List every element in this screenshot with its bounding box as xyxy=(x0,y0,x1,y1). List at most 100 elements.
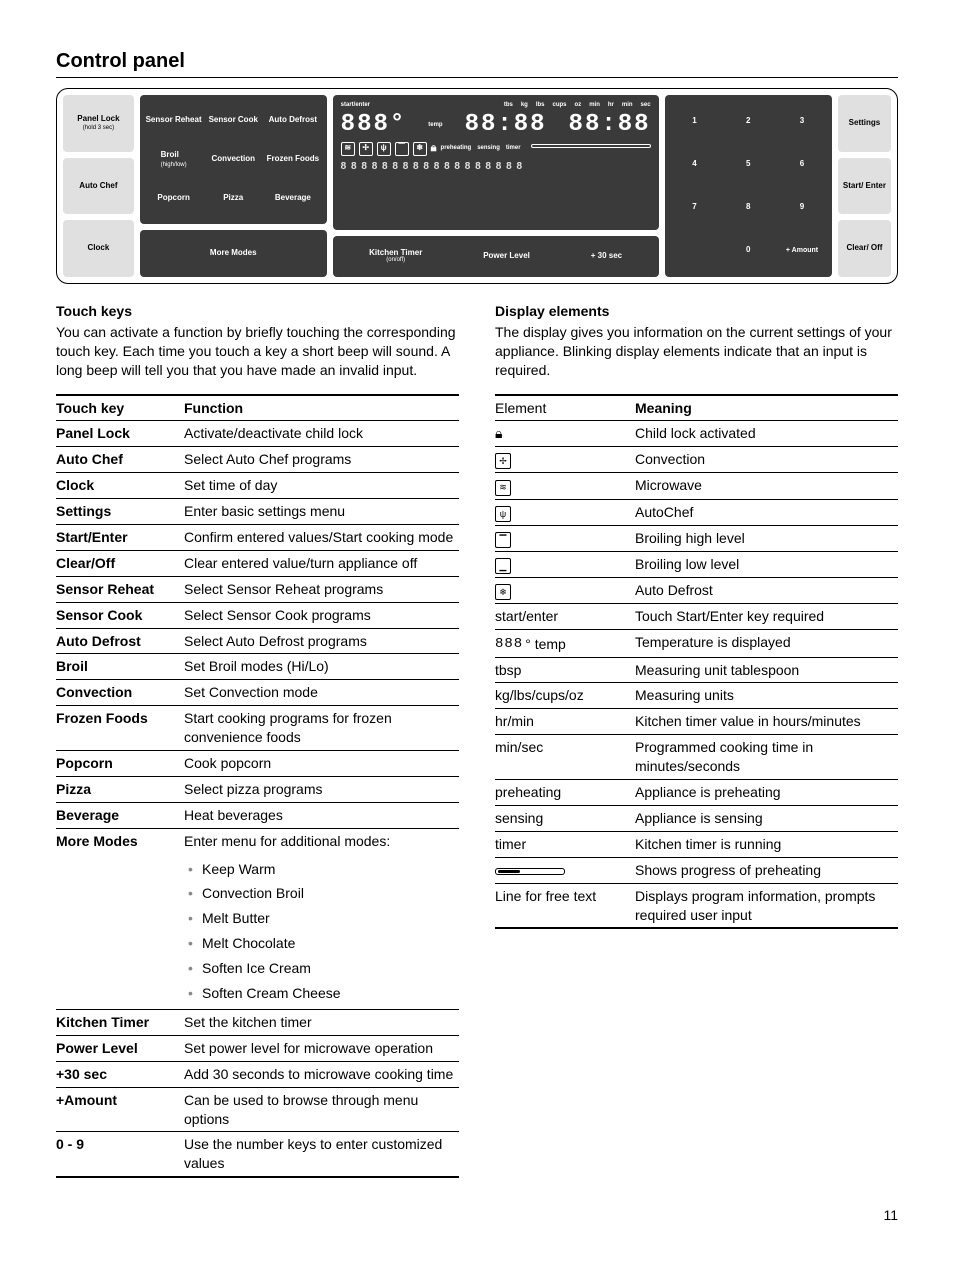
table-row: ConvectionSet Convection mode xyxy=(56,680,459,706)
key-2[interactable]: 2 xyxy=(746,116,750,127)
clock-key[interactable]: Clock xyxy=(63,220,134,277)
table-row: PizzaSelect pizza programs xyxy=(56,776,459,802)
clear-off-key[interactable]: Clear/ Off xyxy=(838,220,891,277)
table-row: +AmountCan be used to browse through men… xyxy=(56,1087,459,1132)
progress-bar-icon xyxy=(531,144,651,148)
table-row: Auto DefrostSelect Auto Defrost programs xyxy=(56,628,459,654)
function-grid: Sensor Reheat Sensor Cook Auto Defrost B… xyxy=(140,95,327,224)
table-row: ▔Broiling high level xyxy=(495,525,898,551)
page-number: 11 xyxy=(56,1206,898,1225)
broil-high-icon: ▔ xyxy=(495,532,511,548)
list-item: Convection Broil xyxy=(202,881,455,906)
table-row: min/secProgrammed cooking time in minute… xyxy=(495,735,898,780)
kitchen-timer-key[interactable]: Kitchen Timer(on/off) xyxy=(369,249,422,264)
table-row: timerKitchen timer is running xyxy=(495,831,898,857)
table-row: Panel LockActivate/deactivate child lock xyxy=(56,421,459,447)
table-row: ≋Microwave xyxy=(495,473,898,499)
autochef-icon: ψ xyxy=(377,142,391,156)
pizza-key[interactable]: Pizza xyxy=(223,193,243,204)
table-row: start/enterTouch Start/Enter key require… xyxy=(495,603,898,629)
broil-low-icon: ▁ xyxy=(495,558,511,574)
table-row: sensingAppliance is sensing xyxy=(495,805,898,831)
key-3[interactable]: 3 xyxy=(800,116,804,127)
list-item: Melt Chocolate xyxy=(202,931,455,956)
key-8[interactable]: 8 xyxy=(746,202,750,213)
power-level-key[interactable]: Power Level xyxy=(483,252,530,261)
auto-defrost-key[interactable]: Auto Defrost xyxy=(269,115,317,126)
list-item: Soften Ice Cream xyxy=(202,956,455,981)
table-row: SettingsEnter basic settings menu xyxy=(56,499,459,525)
broil-icon: ▔ xyxy=(395,142,409,156)
table-row: 888° tempTemperature is displayed xyxy=(495,629,898,657)
defrost-icon: ❄ xyxy=(413,142,427,156)
temp-digits-icon: 888 xyxy=(495,635,523,654)
frozen-foods-key[interactable]: Frozen Foods xyxy=(267,154,319,165)
microwave-icon: ≋ xyxy=(341,142,355,156)
sensor-reheat-key[interactable]: Sensor Reheat xyxy=(146,115,202,126)
page-heading: Control panel xyxy=(56,48,898,78)
table-row: ❄Auto Defrost xyxy=(495,577,898,603)
table-row: ψAutoChef xyxy=(495,499,898,525)
table-row: PopcornCook popcorn xyxy=(56,751,459,777)
key-6[interactable]: 6 xyxy=(800,159,804,170)
table-row: Start/EnterConfirm entered values/Start … xyxy=(56,525,459,551)
table-row: Line for free textDisplays program infor… xyxy=(495,883,898,928)
beverage-key[interactable]: Beverage xyxy=(275,193,311,204)
touch-keys-intro: You can activate a function by briefly t… xyxy=(56,323,459,380)
table-row: More ModesEnter menu for additional mode… xyxy=(56,828,459,1009)
key-9[interactable]: 9 xyxy=(800,202,804,213)
key-0[interactable]: 0 xyxy=(746,245,750,256)
table-row: hr/minKitchen timer value in hours/minut… xyxy=(495,709,898,735)
convection-icon: ✢ xyxy=(359,142,373,156)
display-temp-digits: 888° xyxy=(341,113,407,137)
display-elements-table: Element Meaning 🔒︎Child lock activated✢C… xyxy=(495,394,898,930)
table-row: Kitchen TimerSet the kitchen timer xyxy=(56,1009,459,1035)
table-row: preheatingAppliance is preheating xyxy=(495,780,898,806)
table-row: Shows progress of preheating xyxy=(495,857,898,883)
settings-key[interactable]: Settings xyxy=(838,95,891,152)
table-row: Power LevelSet power level for microwave… xyxy=(56,1035,459,1061)
touch-keys-table: Touch key Function Panel LockActivate/de… xyxy=(56,394,459,1179)
display-weight-digits: 88:88 xyxy=(465,113,547,137)
touch-keys-section: Touch keys You can activate a function b… xyxy=(56,302,459,1178)
table-row: BeverageHeat beverages xyxy=(56,802,459,828)
table-row: kg/lbs/cups/ozMeasuring units xyxy=(495,683,898,709)
key-7[interactable]: 7 xyxy=(692,202,696,213)
plus-30sec-key[interactable]: + 30 sec xyxy=(591,252,622,261)
popcorn-key[interactable]: Popcorn xyxy=(157,193,189,204)
auto-chef-key[interactable]: Auto Chef xyxy=(63,158,134,215)
table-row: ✢Convection xyxy=(495,447,898,473)
list-item: Keep Warm xyxy=(202,857,455,882)
table-row: Sensor ReheatSelect Sensor Reheat progra… xyxy=(56,576,459,602)
defrost-icon: ❄ xyxy=(495,584,511,600)
key-5[interactable]: 5 xyxy=(746,159,750,170)
progress-bar-icon xyxy=(495,868,565,875)
key-1[interactable]: 1 xyxy=(692,116,696,127)
display-elements-section: Display elements The display gives you i… xyxy=(495,302,898,1178)
panel-lock-key[interactable]: Panel Lock(hold 3 sec) xyxy=(63,95,134,152)
table-row: Frozen FoodsStart cooking programs for f… xyxy=(56,706,459,751)
table-row: BroilSet Broil modes (Hi/Lo) xyxy=(56,654,459,680)
sensor-cook-key[interactable]: Sensor Cook xyxy=(209,115,258,126)
lock-icon: 🔒︎ xyxy=(495,424,502,443)
table-row: 0 - 9Use the number keys to enter custom… xyxy=(56,1132,459,1177)
table-row: Auto ChefSelect Auto Chef programs xyxy=(56,447,459,473)
list-item: Soften Cream Cheese xyxy=(202,981,455,1006)
table-row: tbspMeasuring unit tablespoon xyxy=(495,657,898,683)
display-elements-heading: Display elements xyxy=(495,302,898,321)
start-enter-key[interactable]: Start/ Enter xyxy=(838,158,891,215)
key-4[interactable]: 4 xyxy=(692,159,696,170)
convection-key[interactable]: Convection xyxy=(211,154,255,165)
plus-amount-key[interactable]: + Amount xyxy=(786,247,818,254)
autochef-icon: ψ xyxy=(495,506,511,522)
table-row: 🔒︎Child lock activated xyxy=(495,421,898,447)
lcd-display: start/enter tbs kg lbs cups oz min hr mi… xyxy=(333,95,659,230)
table-row: +30 secAdd 30 seconds to microwave cooki… xyxy=(56,1061,459,1087)
more-modes-key[interactable]: More Modes xyxy=(140,230,327,277)
lock-icon: 🔒︎ xyxy=(431,141,437,156)
table-row: Sensor CookSelect Sensor Cook programs xyxy=(56,602,459,628)
touch-keys-heading: Touch keys xyxy=(56,302,459,321)
broil-key[interactable]: Broil(high/low) xyxy=(161,150,187,169)
display-bottom-keys: Kitchen Timer(on/off) Power Level + 30 s… xyxy=(333,236,659,277)
table-row: ▁Broiling low level xyxy=(495,551,898,577)
